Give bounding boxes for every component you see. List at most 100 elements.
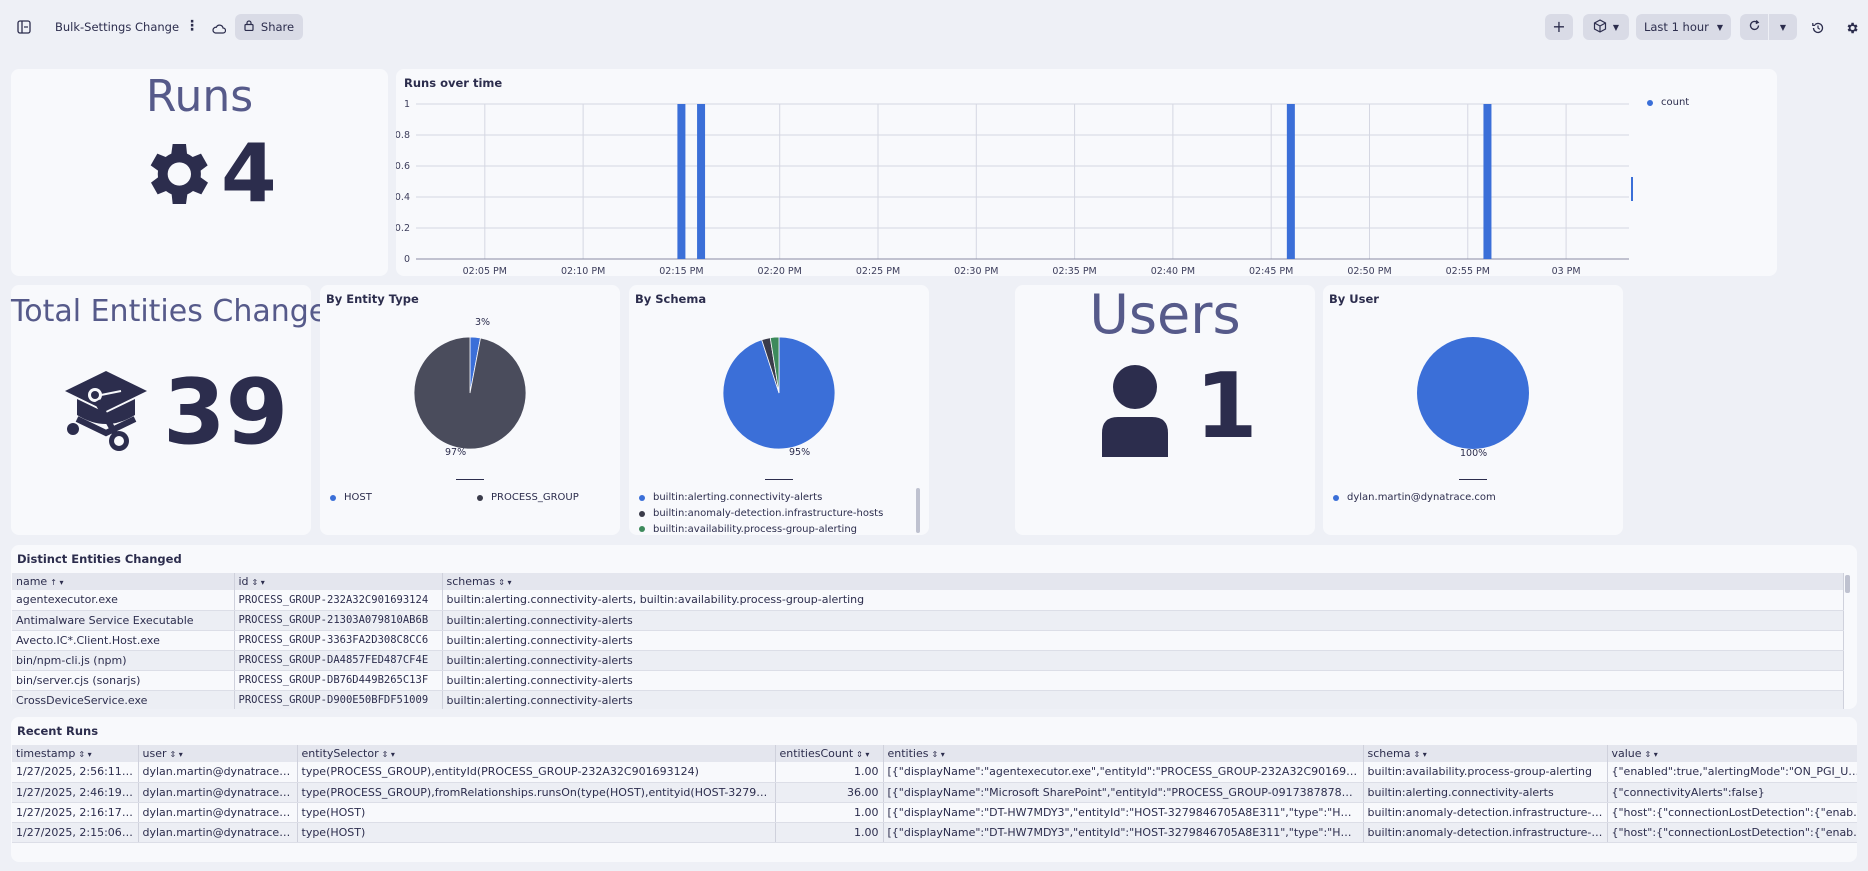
legend-label: count <box>1661 97 1690 108</box>
panel-title: By Entity Type <box>326 292 419 306</box>
pie-slice-process-group[interactable] <box>413 336 527 450</box>
refresh-options-button[interactable]: ▼ <box>1769 14 1797 40</box>
cloud-icon[interactable] <box>212 20 227 39</box>
sort-icon[interactable]: ⇕ ▾ <box>1645 750 1658 759</box>
sidebar-toggle-icon[interactable] <box>17 19 31 34</box>
chart-legend-count[interactable]: count <box>1647 97 1689 108</box>
x-tick-label: 03 PM <box>1552 266 1581 276</box>
cell-entity-selector: type(HOST) <box>297 822 776 843</box>
table-row[interactable]: 1/27/2025, 2:15:06 PM dylan.martin@dynat… <box>12 822 1857 843</box>
cell-value: {"host":{"connectionLostDetection":{"ena… <box>1607 802 1857 823</box>
cell-timestamp: 1/27/2025, 2:56:11 PM <box>12 762 139 783</box>
by-user-panel: By User 100% dylan.martin@dynatrace.com <box>1323 285 1623 535</box>
legend-item-schema[interactable]: builtin:anomaly-detection.infrastructure… <box>639 508 883 519</box>
lock-icon <box>244 20 254 34</box>
cube-icon <box>1593 18 1607 36</box>
table-row[interactable]: 1/27/2025, 2:56:11 PM dylan.martin@dynat… <box>12 762 1857 783</box>
legend-label: HOST <box>344 492 372 503</box>
top-bar: Bulk-Settings Change ⋮ Share + ▼ Last 1 … <box>0 0 1868 54</box>
column-header-user[interactable]: user ⇕ ▾ <box>138 745 298 762</box>
column-header-schema[interactable]: schema ⇕ ▾ <box>1363 745 1608 762</box>
legend-scrollbar[interactable] <box>916 488 920 533</box>
cell-name: CrossDeviceService.exe <box>12 690 235 709</box>
cell-id: PROCESS_GROUP-DA4857FED487CF4E <box>234 650 443 671</box>
history-icon[interactable] <box>1811 20 1825 39</box>
distinct-entities-panel: Distinct Entities Changed name ↑ ▾ id ⇕ ▾ … <box>11 545 1857 709</box>
column-header-entities[interactable]: entities ⇕ ▾ <box>883 745 1364 762</box>
by-schema-panel: By Schema 95% builtin:alerting.connectiv… <box>629 285 929 535</box>
bar-count[interactable] <box>697 104 706 259</box>
share-label: Share <box>260 20 295 34</box>
column-header-value[interactable]: value ⇕ ▾ <box>1607 745 1857 762</box>
panel-title: Distinct Entities Changed <box>17 552 182 566</box>
user-icon <box>1100 365 1170 461</box>
legend-label: builtin:anomaly-detection.infrastructure… <box>653 508 884 519</box>
y-tick-label: 0.4 <box>396 192 410 203</box>
pie-slice-dylan-martin-dynatrace-com[interactable] <box>1417 337 1529 449</box>
column-header-schemas[interactable]: schemas ⇕ ▾ <box>442 573 1844 590</box>
legend-label: builtin:availability.process-group-alert… <box>653 524 858 535</box>
column-header-entities-count[interactable]: entitiesCount ⇕ ▾ <box>775 745 884 762</box>
table-scrollbar[interactable] <box>1845 575 1850 593</box>
refresh-button[interactable] <box>1740 14 1768 40</box>
legend-label: PROCESS_GROUP <box>491 492 579 503</box>
runs-count-value: 4 <box>221 127 277 220</box>
table-row[interactable]: Antimalware Service Executable PROCESS_G… <box>12 610 1844 631</box>
sort-icon[interactable]: ⇕ ▾ <box>78 750 91 759</box>
column-header-name[interactable]: name ↑ ▾ <box>12 573 235 590</box>
pie-label-big: 97% <box>445 447 467 458</box>
cell-entity-selector: type(PROCESS_GROUP),fromRelationships.ru… <box>297 782 776 803</box>
table-row[interactable]: Avecto.IC*.Client.Host.exe PROCESS_GROUP… <box>12 630 1844 651</box>
cell-schemas: builtin:alerting.connectivity-alerts, bu… <box>442 590 1844 611</box>
table-header-row: name ↑ ▾ id ⇕ ▾ schemas ⇕ ▾ <box>12 573 1844 590</box>
cell-user: dylan.martin@dynatrace.com <box>138 782 298 803</box>
sort-icon[interactable]: ⇕ ▾ <box>170 750 183 759</box>
sort-icon[interactable]: ⇕ ▾ <box>856 750 869 759</box>
table-row[interactable]: CrossDeviceService.exe PROCESS_GROUP-D90… <box>12 690 1844 709</box>
x-tick-label: 02:40 PM <box>1151 266 1195 276</box>
table-row[interactable]: agentexecutor.exe PROCESS_GROUP-232A32C9… <box>12 590 1844 611</box>
bar-count[interactable] <box>677 104 686 259</box>
cell-schema: builtin:availability.process-group-alert… <box>1363 762 1608 783</box>
column-header-id[interactable]: id ⇕ ▾ <box>234 573 443 590</box>
runs-tile: Runs 4 <box>11 69 388 276</box>
add-tile-button[interactable]: + <box>1545 14 1573 40</box>
segments-button[interactable]: ▼ <box>1583 14 1629 40</box>
cell-timestamp: 1/27/2025, 2:15:06 PM <box>12 822 139 843</box>
refresh-icon <box>1748 19 1761 35</box>
sort-icon[interactable]: ⇕ ▾ <box>931 750 944 759</box>
table-row[interactable]: 1/27/2025, 2:16:17 PM dylan.martin@dynat… <box>12 802 1857 823</box>
sort-icon[interactable]: ⇕ ▾ <box>1413 750 1426 759</box>
column-header-entity-selector[interactable]: entitySelector ⇕ ▾ <box>297 745 776 762</box>
dashboard-title[interactable]: Bulk-Settings Change <box>55 20 179 34</box>
plus-icon: + <box>1552 17 1566 36</box>
cell-id: PROCESS_GROUP-232A32C901693124 <box>234 590 443 611</box>
timeframe-selector[interactable]: Last 1 hour ▼ <box>1636 14 1731 40</box>
cell-id: PROCESS_GROUP-D900E50BFDF51009 <box>234 690 443 709</box>
table-row[interactable]: bin/npm-cli.js (npm) PROCESS_GROUP-DA485… <box>12 650 1844 671</box>
sort-asc-icon[interactable]: ↑ ▾ <box>50 578 63 587</box>
legend-item-process-group[interactable]: PROCESS_GROUP <box>477 492 579 503</box>
legend-item-host[interactable]: HOST <box>330 492 372 503</box>
table-row[interactable]: 1/27/2025, 2:46:19 PM dylan.martin@dynat… <box>12 782 1857 803</box>
table-header-row: timestamp ⇕ ▾ user ⇕ ▾ entitySelector ⇕ ▾ e… <box>12 745 1857 762</box>
cell-user: dylan.martin@dynatrace.com <box>138 802 298 823</box>
share-button[interactable]: Share <box>235 14 303 40</box>
legend-item-schema[interactable]: builtin:alerting.connectivity-alerts <box>639 492 822 503</box>
bar-count[interactable] <box>1483 104 1492 259</box>
sort-icon[interactable]: ⇕ ▾ <box>498 578 511 587</box>
cell-schemas: builtin:alerting.connectivity-alerts <box>442 650 1844 671</box>
sort-icon[interactable]: ⇕ ▾ <box>382 750 395 759</box>
cell-timestamp: 1/27/2025, 2:16:17 PM <box>12 802 139 823</box>
legend-item-schema[interactable]: builtin:availability.process-group-alert… <box>639 524 857 535</box>
more-options-icon[interactable]: ⋮ <box>185 19 199 33</box>
settings-gear-icon[interactable] <box>1845 20 1859 39</box>
x-tick-label: 02:20 PM <box>758 266 802 276</box>
legend-divider <box>456 479 484 480</box>
bar-count[interactable] <box>1286 104 1295 259</box>
table-row[interactable]: bin/server.cjs (sonarjs) PROCESS_GROUP-D… <box>12 670 1844 691</box>
legend-item-user[interactable]: dylan.martin@dynatrace.com <box>1333 492 1496 503</box>
cell-value: {"connectivityAlerts":false} <box>1607 782 1857 803</box>
column-header-timestamp[interactable]: timestamp ⇕ ▾ <box>12 745 139 762</box>
sort-icon[interactable]: ⇕ ▾ <box>252 578 265 587</box>
